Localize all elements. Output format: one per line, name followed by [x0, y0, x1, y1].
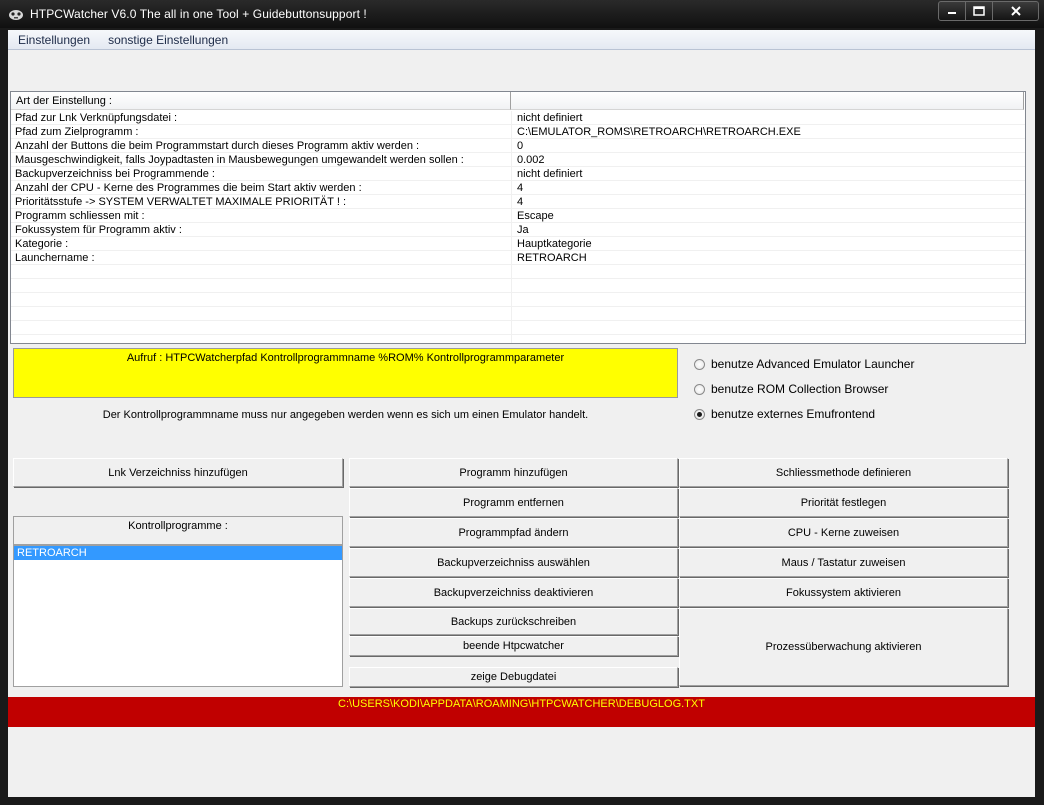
radio-label: benutze externes Emufrontend: [711, 407, 876, 421]
setting-key: Fokussystem für Programm aktiv :: [15, 224, 182, 236]
menu-einstellungen[interactable]: Einstellungen: [16, 33, 92, 47]
call-info-box: Aufruf : HTPCWatcherpfad Kontrollprogram…: [13, 348, 678, 398]
caption-buttons: [938, 1, 1039, 21]
menu-sonstige-einstellungen[interactable]: sonstige Einstellungen: [106, 33, 230, 47]
table-row-empty[interactable]: [11, 279, 1025, 293]
setting-value: 0.002: [517, 154, 545, 166]
quit-button[interactable]: beende Htpcwatcher: [349, 636, 678, 656]
table-row[interactable]: Backupverzeichniss bei Programmende : nic…: [11, 167, 1025, 181]
setting-key: Pfad zum Zielprogramm :: [15, 126, 139, 138]
table-row-empty[interactable]: [11, 321, 1025, 335]
setting-value: Escape: [517, 210, 554, 222]
setting-value: RETROARCH: [517, 252, 587, 264]
cpu-cores-button[interactable]: CPU - Kerne zuweisen: [679, 518, 1008, 547]
radio-icon[interactable]: [694, 358, 705, 370]
process-watch-button[interactable]: Prozessüberwachung aktivieren: [679, 608, 1008, 686]
backup-select-button[interactable]: Backupverzeichniss auswählen: [349, 548, 678, 577]
app-icon: [9, 10, 23, 20]
column-header-setting[interactable]: Art der Einstellung :: [11, 92, 511, 110]
close-icon: [1010, 6, 1021, 16]
grid-header: Art der Einstellung :: [11, 92, 1025, 110]
radio-checked-icon[interactable]: [694, 408, 705, 420]
call-info-text: Aufruf : HTPCWatcherpfad Kontrollprogram…: [126, 352, 565, 364]
status-bar: C:\USERS\KODI\APPDATA\ROAMING\HTPCWATCHE…: [8, 697, 1035, 727]
list-item[interactable]: RETROARCH: [14, 546, 342, 560]
setting-value: C:\EMULATOR_ROMS\RETROARCH\RETROARCH.EXE: [517, 126, 801, 138]
setting-key: Mausgeschwindigkeit, falls Joypadtasten …: [15, 154, 464, 166]
table-row[interactable]: Mausgeschwindigkeit, falls Joypadtasten …: [11, 153, 1025, 167]
radio-externes-emufrontend[interactable]: benutze externes Emufrontend: [694, 407, 875, 421]
client-area: Einstellungen sonstige Einstellungen Art…: [8, 30, 1035, 797]
radio-advanced-emulator-launcher[interactable]: benutze Advanced Emulator Launcher: [694, 357, 914, 371]
program-add-button[interactable]: Programm hinzufügen: [349, 458, 678, 487]
setting-value: 4: [517, 196, 524, 208]
setting-key: Backupverzeichniss bei Programmende :: [15, 168, 215, 180]
debug-log-path: C:\USERS\KODI\APPDATA\ROAMING\HTPCWATCHE…: [338, 698, 705, 710]
setting-value: Hauptkategorie: [517, 238, 592, 250]
table-row[interactable]: Launchername : RETROARCH: [11, 251, 1025, 265]
setting-key: Kategorie :: [15, 238, 69, 250]
close-method-button[interactable]: Schliessmethode definieren: [679, 458, 1008, 487]
setting-key: Anzahl der CPU - Kerne des Programmes di…: [15, 182, 362, 194]
lnk-add-button[interactable]: Lnk Verzeichniss hinzufügen: [13, 458, 343, 487]
control-programs-header: Kontrollprogramme :: [13, 516, 343, 545]
priority-button[interactable]: Priorität festlegen: [679, 488, 1008, 517]
setting-value: nicht definiert: [517, 112, 583, 124]
table-row[interactable]: Programm schliessen mit : Escape: [11, 209, 1025, 223]
setting-value: 0: [517, 140, 524, 152]
setting-value: 4: [517, 182, 524, 194]
menu-bar: Einstellungen sonstige Einstellungen: [8, 30, 1035, 50]
radio-rom-collection-browser[interactable]: benutze ROM Collection Browser: [694, 382, 888, 396]
table-row-empty[interactable]: [11, 265, 1025, 279]
radio-label: benutze ROM Collection Browser: [711, 382, 889, 396]
setting-value: Ja: [517, 224, 529, 236]
maximize-icon: [973, 6, 985, 16]
minimize-button[interactable]: [938, 1, 966, 21]
minimize-icon: [948, 12, 956, 14]
program-path-button[interactable]: Programmpfad ändern: [349, 518, 678, 547]
maximize-button[interactable]: [966, 1, 993, 21]
control-programs-label: Kontrollprogramme :: [128, 520, 228, 532]
backup-disable-button[interactable]: Backupverzeichniss deaktivieren: [349, 578, 678, 607]
table-row-empty[interactable]: [11, 335, 1025, 343]
table-row[interactable]: Prioritätsstufe -> SYSTEM VERWALTET MAXI…: [11, 195, 1025, 209]
column-header-value[interactable]: [511, 92, 1024, 110]
radio-icon[interactable]: [694, 383, 705, 395]
table-row[interactable]: Pfad zur Lnk Verknüpfungsdatei : nicht de…: [11, 111, 1025, 125]
radio-label: benutze Advanced Emulator Launcher: [711, 357, 915, 371]
setting-key: Programm schliessen mit :: [15, 210, 145, 222]
table-row[interactable]: Anzahl der Buttons die beim Programmstar…: [11, 139, 1025, 153]
table-row-empty[interactable]: [11, 307, 1025, 321]
window-title: HTPCWatcher V6.0 The all in one Tool + G…: [30, 7, 367, 21]
setting-key: Launchername :: [15, 252, 95, 264]
table-row[interactable]: Fokussystem für Programm aktiv : Ja: [11, 223, 1025, 237]
setting-value: nicht definiert: [517, 168, 583, 180]
setting-key: Prioritätsstufe -> SYSTEM VERWALTET MAXI…: [15, 196, 346, 208]
focus-system-button[interactable]: Fokussystem aktivieren: [679, 578, 1008, 607]
program-remove-button[interactable]: Programm entfernen: [349, 488, 678, 517]
table-row-empty[interactable]: [11, 293, 1025, 307]
title-bar[interactable]: HTPCWatcher V6.0 The all in one Tool + G…: [0, 0, 1044, 28]
setting-key: Pfad zur Lnk Verknüpfungsdatei :: [15, 112, 178, 124]
table-row[interactable]: Anzahl der CPU - Kerne des Programmes di…: [11, 181, 1025, 195]
grid-body: Pfad zur Lnk Verknüpfungsdatei : nicht de…: [11, 111, 1025, 343]
close-button[interactable]: [993, 1, 1039, 21]
debug-button[interactable]: zeige Debugdatei: [349, 667, 678, 687]
app-window: HTPCWatcher V6.0 The all in one Tool + G…: [0, 0, 1044, 805]
setting-key: Anzahl der Buttons die beim Programmstar…: [15, 140, 420, 152]
hint-text: Der Kontrollprogrammname muss nur angege…: [102, 409, 589, 421]
settings-grid[interactable]: Art der Einstellung : Pfad zur Lnk Verkn…: [10, 91, 1026, 344]
table-row[interactable]: Pfad zum Zielprogramm : C:\EMULATOR_ROMS\…: [11, 125, 1025, 139]
backup-restore-button[interactable]: Backups zurückschreiben: [349, 608, 678, 635]
mouse-keyboard-button[interactable]: Maus / Tastatur zuweisen: [679, 548, 1008, 577]
table-row[interactable]: Kategorie : Hauptkategorie: [11, 237, 1025, 251]
control-programs-list[interactable]: RETROARCH: [13, 545, 343, 687]
